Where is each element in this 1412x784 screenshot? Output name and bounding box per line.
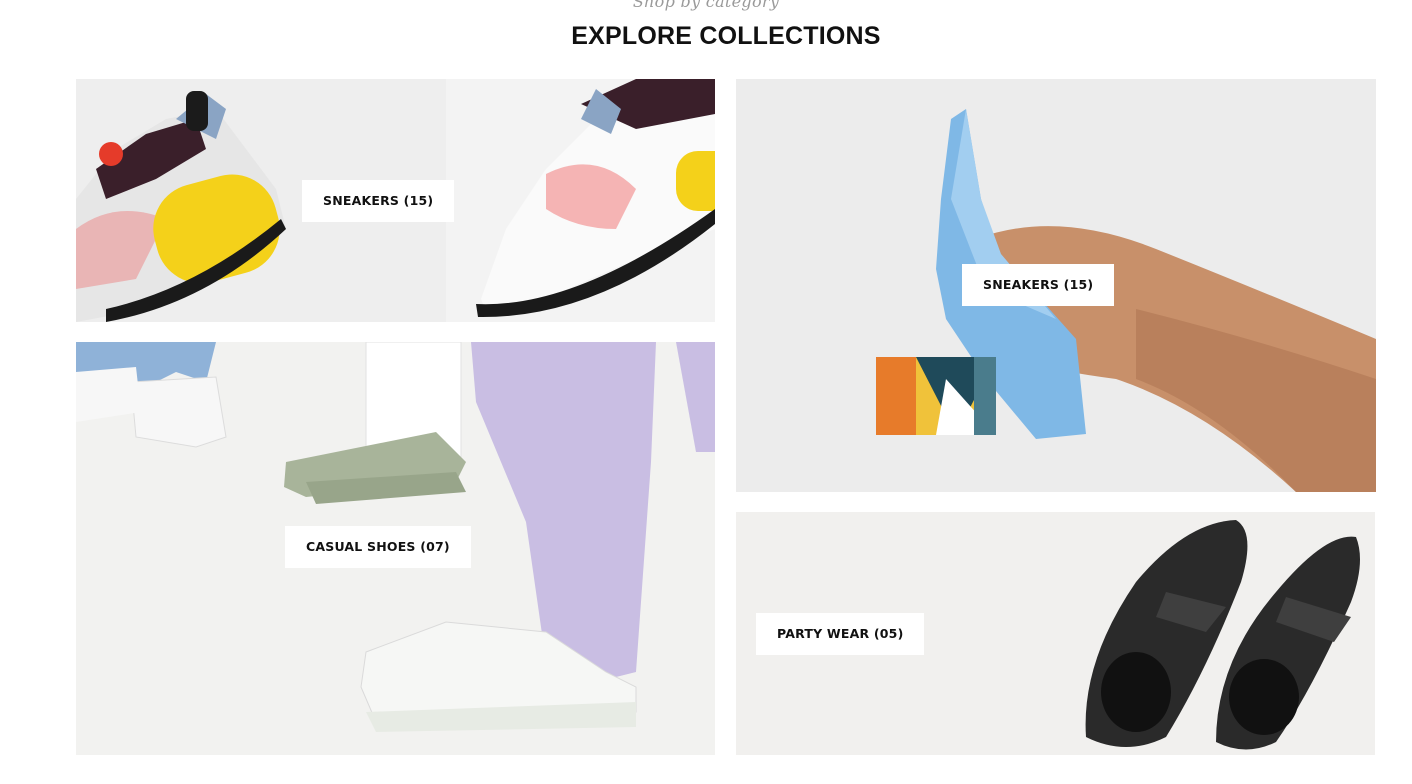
collection-card-sneakers[interactable]: SNEAKERS (15) xyxy=(76,79,715,322)
collection-label[interactable]: SNEAKERS (15) xyxy=(302,180,455,222)
section-title: EXPLORE COLLECTIONS xyxy=(571,22,881,50)
collection-card-party-wear[interactable]: PARTY WEAR (05) xyxy=(736,512,1375,755)
collection-label[interactable]: PARTY WEAR (05) xyxy=(756,613,925,655)
collection-label[interactable]: SNEAKERS (15) xyxy=(962,264,1115,306)
collection-card-casual-shoes[interactable]: CASUAL SHOES (07) xyxy=(76,342,715,755)
collection-label[interactable]: CASUAL SHOES (07) xyxy=(285,526,471,568)
shop-by-category-eyebrow: Shop by category xyxy=(632,0,780,11)
collection-card-heels[interactable]: SNEAKERS (15) xyxy=(736,79,1376,492)
